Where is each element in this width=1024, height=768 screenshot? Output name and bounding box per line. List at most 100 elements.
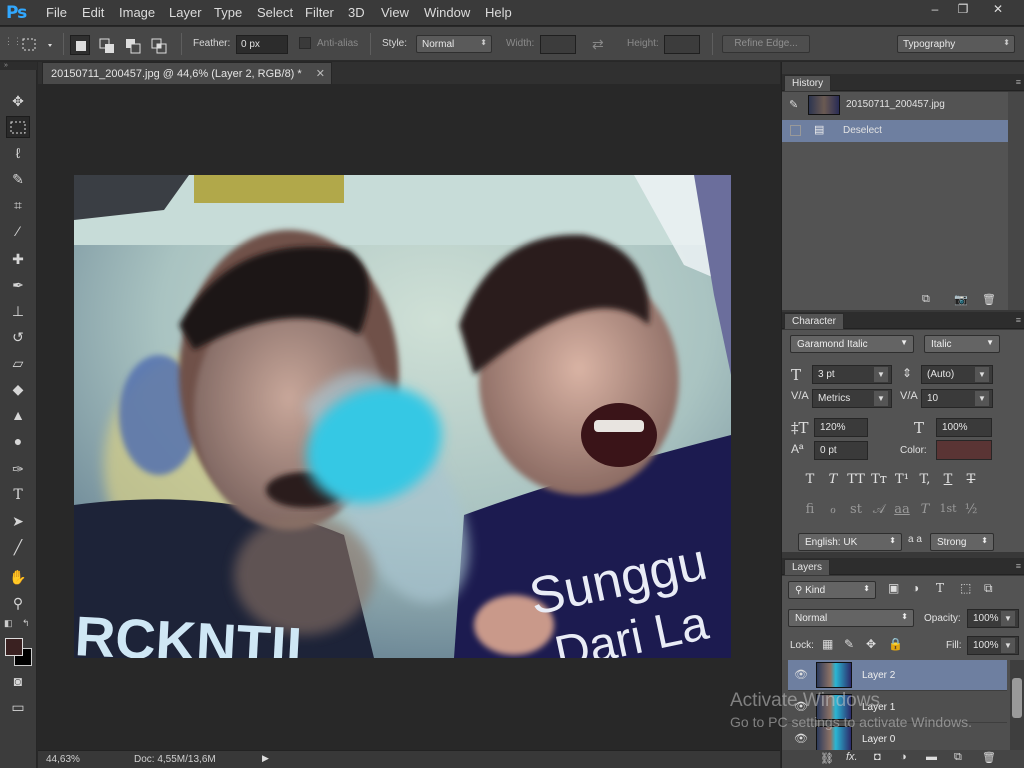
quick-mask-icon[interactable]: ◙ bbox=[6, 670, 30, 692]
history-scrollbar[interactable] bbox=[1008, 92, 1024, 310]
panel-menu-icon[interactable]: ≡ bbox=[1016, 77, 1021, 87]
history-brush-tool-icon[interactable]: ↺ bbox=[6, 326, 30, 348]
menu-image[interactable]: Image bbox=[119, 5, 155, 20]
blur-tool-icon[interactable]: ▲ bbox=[6, 404, 30, 426]
panel-menu-icon[interactable]: ≡ bbox=[1016, 561, 1021, 571]
filter-shape-layers-icon[interactable]: ⬚ bbox=[960, 581, 971, 595]
width-input[interactable] bbox=[540, 35, 576, 54]
lock-transparent-pixels-icon[interactable]: ▦ bbox=[822, 637, 833, 651]
add-mask-icon[interactable]: ◘ bbox=[874, 751, 881, 763]
text-color-swatch[interactable] bbox=[936, 440, 992, 460]
intersect-selection-icon[interactable] bbox=[148, 35, 168, 55]
ordinals-icon[interactable]: 1st bbox=[938, 502, 958, 515]
layers-scroll-thumb[interactable] bbox=[1012, 678, 1022, 718]
style-select[interactable]: Normal ⬍ bbox=[416, 35, 492, 53]
old-style-icon[interactable]: ℴ bbox=[823, 502, 843, 517]
menu-help[interactable]: Help bbox=[485, 5, 512, 20]
filter-smart-objects-icon[interactable]: ⧉ bbox=[984, 581, 993, 596]
close-tab-icon[interactable]: ✕ bbox=[316, 67, 325, 80]
strikethrough-icon[interactable]: T bbox=[961, 472, 981, 487]
camera-icon[interactable]: 📷 bbox=[954, 293, 968, 306]
layers-tab[interactable]: Layers bbox=[784, 559, 831, 575]
tool-preset-picker[interactable] bbox=[18, 35, 56, 55]
layer-row-layer-2[interactable]: 👁 Layer 2 bbox=[788, 660, 1007, 691]
ligatures-icon[interactable]: fi bbox=[800, 502, 820, 517]
height-input[interactable] bbox=[664, 35, 700, 54]
antialias-checkbox[interactable] bbox=[299, 37, 311, 49]
layer-filter-select[interactable]: ⚲ Kind ⬍ bbox=[788, 581, 876, 599]
blend-mode-select[interactable]: Normal ⬍ bbox=[788, 609, 914, 627]
layers-scrollbar[interactable] bbox=[1010, 660, 1024, 750]
eyedropper-tool-icon[interactable]: ⁄ bbox=[6, 220, 30, 242]
history-tab[interactable]: History bbox=[784, 75, 832, 91]
titling-alternates-icon[interactable]: T bbox=[915, 502, 935, 517]
paint-bucket-tool-icon[interactable]: ◆ bbox=[6, 378, 30, 400]
eraser-tool-icon[interactable]: ▱ bbox=[6, 352, 30, 374]
swap-colors-icon[interactable]: ↰ bbox=[22, 618, 34, 628]
new-group-icon[interactable]: ▬ bbox=[926, 751, 937, 763]
character-tab[interactable]: Character bbox=[784, 313, 844, 329]
status-menu-arrow-icon[interactable]: ▶ bbox=[262, 753, 269, 764]
leading-input[interactable]: (Auto) ▼ bbox=[921, 365, 993, 384]
add-to-selection-icon[interactable] bbox=[96, 35, 116, 55]
feather-input[interactable]: 0 px bbox=[236, 35, 288, 54]
refine-edge-button[interactable]: Refine Edge... bbox=[722, 35, 810, 53]
all-caps-icon[interactable]: TT bbox=[846, 472, 866, 487]
visibility-eye-icon[interactable]: 👁 bbox=[794, 732, 808, 745]
close-button[interactable]: ✕ bbox=[985, 2, 1011, 18]
subscript-icon[interactable]: T, bbox=[915, 472, 935, 487]
opacity-input[interactable]: 100% ▼ bbox=[967, 609, 1019, 628]
kerning-input[interactable]: Metrics ▼ bbox=[812, 389, 892, 408]
menu-view[interactable]: View bbox=[381, 5, 409, 20]
vertical-scale-input[interactable]: 120% bbox=[814, 418, 868, 437]
superscript-icon[interactable]: T¹ bbox=[892, 472, 912, 487]
adjustment-layer-icon[interactable]: ◑ bbox=[900, 751, 907, 763]
lock-position-icon[interactable]: ✥ bbox=[866, 637, 876, 651]
collapse-icon[interactable]: » bbox=[0, 62, 37, 70]
foreground-color-swatch[interactable] bbox=[5, 638, 23, 656]
restore-button[interactable]: ❐ bbox=[950, 2, 976, 18]
visibility-eye-icon[interactable]: 👁 bbox=[794, 668, 808, 681]
healing-brush-tool-icon[interactable]: ✚ bbox=[6, 248, 30, 270]
panel-menu-icon[interactable]: ≡ bbox=[1016, 315, 1021, 325]
marquee-tool-icon[interactable] bbox=[6, 116, 30, 138]
menu-filter[interactable]: Filter bbox=[305, 5, 334, 20]
filter-type-layers-icon[interactable]: T bbox=[936, 581, 944, 595]
menu-type[interactable]: Type bbox=[214, 5, 242, 20]
workspace-select[interactable]: Typography ⬍ bbox=[897, 35, 1015, 53]
new-layer-icon[interactable]: ⧉ bbox=[954, 751, 962, 764]
zoom-level[interactable]: 44,63% bbox=[46, 754, 80, 765]
baseline-shift-input[interactable]: 0 pt bbox=[814, 441, 868, 460]
lock-all-icon[interactable]: 🔒 bbox=[888, 637, 903, 651]
type-tool-icon[interactable]: T bbox=[6, 484, 30, 506]
screen-mode-icon[interactable]: ▭ bbox=[6, 696, 30, 718]
canvas-area[interactable]: RCKNTIL Sunggu Dari La bbox=[38, 84, 780, 750]
hand-tool-icon[interactable]: ✋ bbox=[6, 566, 30, 588]
line-tool-icon[interactable]: ╱ bbox=[6, 536, 30, 558]
filter-pixel-layers-icon[interactable]: ▣ bbox=[888, 581, 899, 595]
filter-adjustment-layers-icon[interactable]: ◑ bbox=[912, 581, 919, 595]
trash-icon[interactable]: 🗑 bbox=[982, 293, 996, 306]
underline-icon[interactable]: T bbox=[938, 472, 958, 487]
antialias-select[interactable]: Strong ⬍ bbox=[930, 533, 994, 551]
tracking-input[interactable]: 10 ▼ bbox=[921, 389, 993, 408]
brush-tool-icon[interactable]: ✒ bbox=[6, 274, 30, 296]
trash-icon[interactable]: 🗑 bbox=[982, 751, 996, 764]
default-colors-icon[interactable]: ◧ bbox=[4, 618, 16, 628]
font-family-select[interactable]: Garamond Italic ▼ bbox=[790, 335, 914, 353]
horizontal-scale-input[interactable]: 100% bbox=[936, 418, 992, 437]
move-tool-icon[interactable]: ✥ bbox=[6, 90, 30, 112]
minimize-button[interactable]: – bbox=[922, 2, 948, 18]
lasso-tool-icon[interactable]: ℓ bbox=[6, 142, 30, 164]
menu-edit[interactable]: Edit bbox=[82, 5, 104, 20]
new-document-from-state-icon[interactable]: ⧉ bbox=[922, 293, 930, 306]
menu-window[interactable]: Window bbox=[424, 5, 470, 20]
dodge-tool-icon[interactable]: ● bbox=[6, 430, 30, 452]
history-checkbox[interactable] bbox=[790, 125, 801, 136]
menu-3d[interactable]: 3D bbox=[348, 5, 365, 20]
history-item-deselect[interactable]: ▤ Deselect bbox=[782, 120, 1008, 142]
path-selection-tool-icon[interactable]: ➤ bbox=[6, 510, 30, 532]
faux-italic-icon[interactable]: T bbox=[823, 472, 843, 487]
font-size-input[interactable]: 3 pt ▼ bbox=[812, 365, 892, 384]
history-snapshot-row[interactable]: ✎ 20150711_200457.jpg bbox=[782, 92, 1008, 118]
